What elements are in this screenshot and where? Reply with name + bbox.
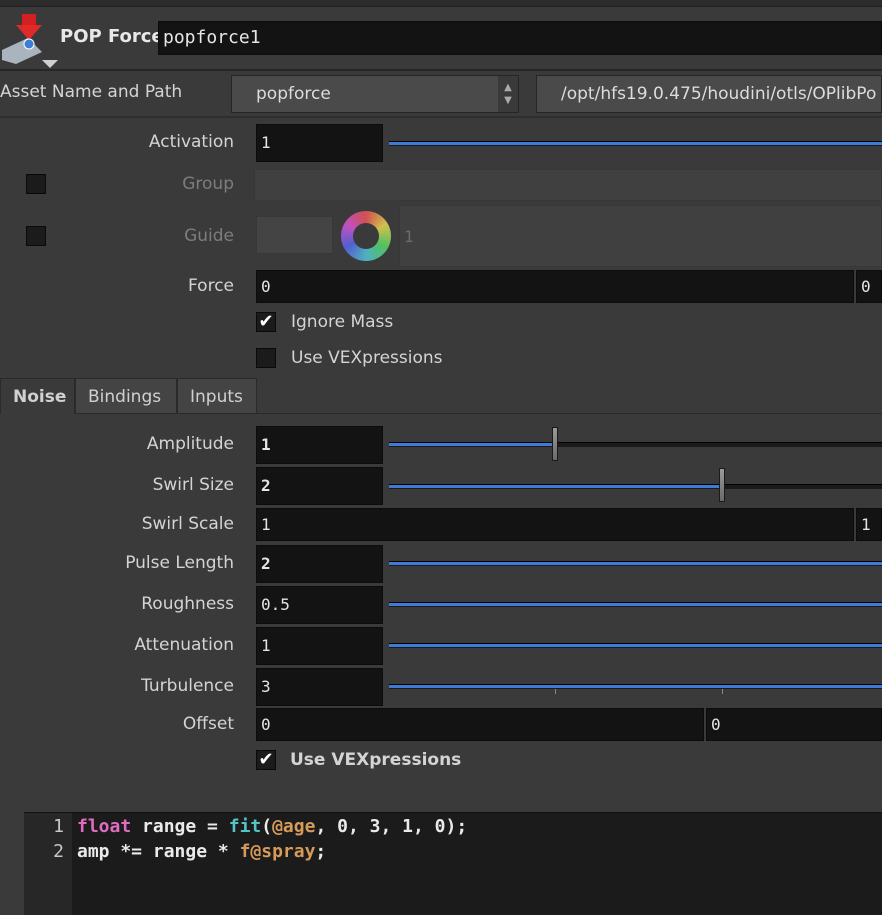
force-y-field[interactable]: 0 (856, 270, 882, 303)
divider (0, 116, 882, 118)
guide-value-field[interactable]: 1 (399, 205, 882, 267)
pulse-length-slider[interactable] (389, 561, 882, 566)
activation-label: Activation (148, 132, 234, 152)
activation-slider[interactable] (389, 141, 882, 146)
pulse-length-field[interactable]: 2 (256, 545, 383, 583)
amplitude-slider-handle[interactable] (552, 427, 558, 461)
amplitude-slider[interactable] (389, 442, 882, 447)
ignore-mass-label: Ignore Mass (291, 312, 394, 332)
tab-inputs[interactable]: Inputs (177, 378, 257, 414)
turbulence-tick (555, 689, 556, 694)
line-number: 1 (53, 816, 64, 837)
color-wheel-icon[interactable] (341, 211, 391, 261)
guide-label: Guide (184, 226, 234, 246)
code-line-2: amp *= range * f@spray; (77, 841, 327, 862)
guide-swatch[interactable] (256, 216, 333, 254)
swirl-size-slider-handle[interactable] (719, 468, 725, 502)
swirl-scale-x-field[interactable]: 1 (256, 508, 854, 541)
guide-value: 1 (404, 227, 414, 246)
amplitude-field[interactable]: 1 (256, 426, 383, 464)
use-vex-checkbox[interactable]: ✔ (256, 750, 276, 770)
line-number-gutter: 1 2 (24, 813, 72, 915)
tab-noise[interactable]: Noise (0, 378, 75, 414)
roughness-label: Roughness (141, 594, 234, 614)
activation-field[interactable]: 1 (256, 124, 383, 162)
tab-bindings[interactable]: Bindings (75, 378, 177, 414)
line-number: 2 (53, 841, 64, 862)
attenuation-field[interactable]: 1 (256, 627, 383, 665)
turbulence-field[interactable]: 3 (256, 668, 383, 706)
attenuation-slider[interactable] (389, 643, 882, 648)
top-border (0, 0, 882, 7)
amplitude-label: Amplitude (146, 434, 234, 454)
stepper-icon: ▲ ▼ (498, 76, 518, 112)
vex-code-editor[interactable]: 1 2 float range = fit(@age, 0, 3, 1, 0);… (24, 812, 882, 915)
group-label: Group (182, 174, 234, 194)
asset-name-label: Asset Name and Path (0, 82, 183, 102)
group-field[interactable] (254, 169, 882, 201)
node-header: POP Force popforce1 (0, 7, 882, 71)
code-keyword: float (77, 816, 132, 837)
offset-y-field[interactable]: 0 (706, 708, 882, 741)
roughness-slider[interactable] (389, 602, 882, 607)
turbulence-slider[interactable] (389, 684, 882, 689)
swirl-scale-y-field[interactable]: 1 (856, 508, 882, 541)
asset-path-field[interactable]: /opt/hfs19.0.475/houdini/otls/OPlibPo (536, 75, 882, 113)
use-vex-label: Use VEXpressions (290, 750, 462, 770)
attenuation-label: Attenuation (134, 635, 234, 655)
pulse-length-label: Pulse Length (125, 553, 234, 573)
force-label: Force (188, 276, 234, 296)
offset-x-field[interactable]: 0 (256, 708, 704, 741)
force-x-field[interactable]: 0 (256, 270, 854, 303)
swirl-scale-label: Swirl Scale (141, 514, 234, 534)
guide-enable-checkbox[interactable] (26, 226, 46, 246)
node-name-field[interactable]: popforce1 (158, 21, 882, 55)
ignore-mass-checkbox[interactable]: ✔ (256, 312, 276, 332)
use-vex-top-checkbox[interactable] (256, 348, 276, 368)
turbulence-label: Turbulence (141, 676, 234, 696)
asset-path-value: /opt/hfs19.0.475/houdini/otls/OPlibPo (561, 84, 877, 104)
node-type-label: POP Force (60, 26, 164, 47)
roughness-field[interactable]: 0.5 (256, 586, 383, 624)
swirl-size-field[interactable]: 2 (256, 467, 383, 505)
swirl-size-slider[interactable] (389, 484, 882, 489)
code-function: fit (228, 816, 262, 837)
code-line-1: float range = fit(@age, 0, 3, 1, 0); (77, 816, 468, 837)
swirl-size-label: Swirl Size (152, 475, 234, 495)
use-vex-top-label: Use VEXpressions (291, 348, 443, 368)
pop-force-icon (2, 12, 58, 68)
code-attribute: f@spray (239, 841, 316, 862)
offset-label: Offset (182, 714, 234, 734)
turbulence-tick (722, 689, 723, 694)
group-enable-checkbox[interactable] (26, 174, 46, 194)
asset-name-value: popforce (256, 84, 331, 104)
asset-name-dropdown[interactable]: popforce ▲ ▼ (231, 75, 519, 113)
code-attribute: @age (272, 816, 316, 837)
